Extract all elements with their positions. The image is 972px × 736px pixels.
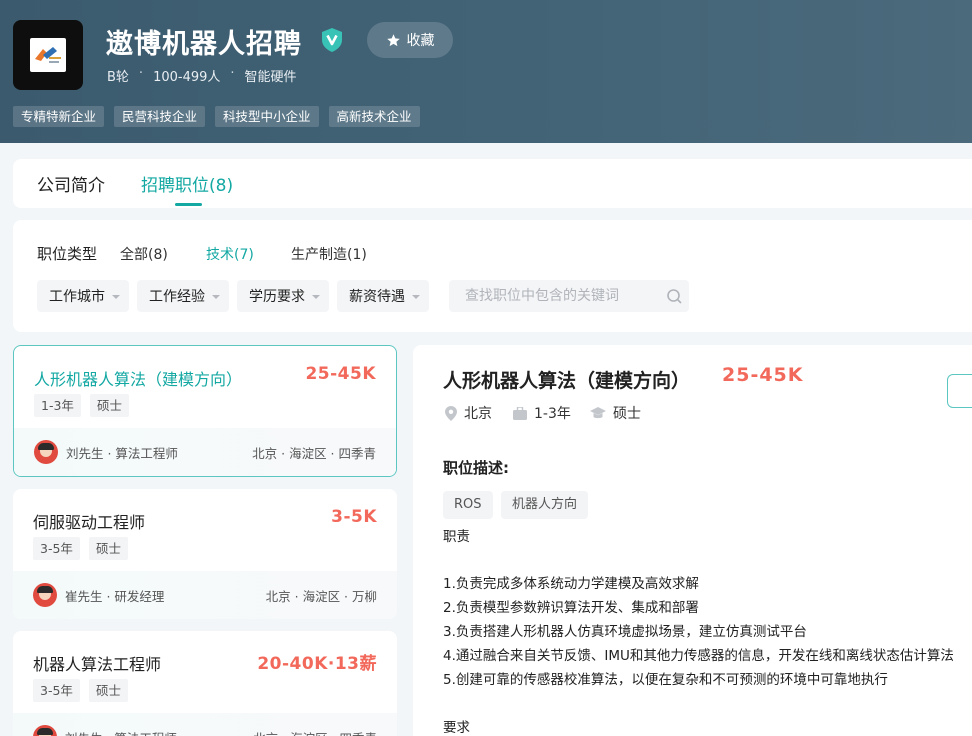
tab-job-openings[interactable]: 招聘职位(8) xyxy=(141,171,233,196)
duty-item: 4.通过融合来自关节反馈、IMU和其他力传感器的信息，开发在线和离线状态估计算法 xyxy=(443,648,954,664)
job-tag: 3-5年 xyxy=(33,537,80,560)
company-tag: 高新技术企业 xyxy=(328,106,420,127)
job-tag: 硕士 xyxy=(89,679,129,702)
job-location: 北京 · 海淀区 · 万柳 xyxy=(265,589,377,604)
funding-stage: B轮 xyxy=(107,70,129,85)
favorite-button[interactable]: 收藏 xyxy=(367,22,453,58)
detail-action-button[interactable] xyxy=(947,374,972,408)
graduation-cap-icon xyxy=(590,406,606,418)
detail-salary: 25-45K xyxy=(722,364,804,386)
job-card[interactable]: 伺服驱动工程师 3-5K 3-5年 硕士 崔先生 · 研发经理 北京 · 海淀区… xyxy=(13,489,397,619)
job-salary: 20-40K·13薪 xyxy=(257,654,377,674)
search-icon[interactable] xyxy=(666,288,684,306)
company-size: 100-499人 xyxy=(153,70,221,85)
tab-bar: 公司简介 招聘职位(8) xyxy=(13,159,972,208)
job-title: 机器人算法工程师 xyxy=(33,655,162,674)
active-tab-indicator xyxy=(175,203,202,206)
company-tag: 民营科技企业 xyxy=(114,106,206,127)
job-tag: 硕士 xyxy=(89,537,129,560)
job-type-label: 职位类型 xyxy=(37,245,98,263)
requirement-heading: 要求 xyxy=(443,720,470,736)
job-salary: 3-5K xyxy=(331,507,377,527)
keyword-tag: 机器人方向 xyxy=(501,491,589,519)
detail-experience: 1-3年 xyxy=(513,403,571,423)
job-salary: 25-45K xyxy=(305,364,376,384)
detail-city: 北京 xyxy=(445,403,492,423)
job-title: 人形机器人算法（建模方向） xyxy=(34,370,243,389)
filter-panel: 职位类型 全部(8) 技术(7) 生产制造(1) 工作城市 工作经验 学历要求 … xyxy=(13,220,972,332)
industry: 智能硬件 xyxy=(244,70,297,85)
company-logo xyxy=(13,20,83,90)
location-pin-icon xyxy=(445,405,457,421)
briefcase-icon xyxy=(513,406,527,420)
duty-item: 2.负责模型参数辨识算法开发、集成和部署 xyxy=(443,600,699,616)
recruiter-info: 崔先生 · 研发经理 xyxy=(65,589,165,604)
company-header: 遨博机器人招聘 收藏 B轮 · 100-499人 · 智能硬件 专精特新企业 民… xyxy=(0,0,972,143)
experience-dropdown[interactable]: 工作经验 xyxy=(137,280,229,312)
recruiter-avatar xyxy=(34,440,58,464)
job-card[interactable]: 机器人算法工程师 20-40K·13薪 3-5年 硕士 刘先生 · 算法工程师 … xyxy=(13,631,397,736)
company-tags: 专精特新企业 民营科技企业 科技型中小企业 高新技术企业 xyxy=(13,106,420,127)
duty-item: 1.负责完成多体系统动力学建模及高效求解 xyxy=(443,576,699,592)
recruiter-avatar xyxy=(33,725,57,736)
job-location: 北京 · 海淀区 · 四季青 xyxy=(253,728,377,736)
favorite-label: 收藏 xyxy=(406,33,435,49)
job-description-heading: 职位描述: xyxy=(443,459,509,477)
type-filter-all[interactable]: 全部(8) xyxy=(120,244,168,264)
salary-dropdown[interactable]: 薪资待遇 xyxy=(337,280,429,312)
star-icon xyxy=(386,33,400,46)
tab-company-intro[interactable]: 公司简介 xyxy=(37,171,105,196)
job-tag: 1-3年 xyxy=(34,394,81,417)
job-card[interactable]: 人形机器人算法（建模方向） 25-45K 1-3年 硕士 刘先生 · 算法工程师… xyxy=(13,345,397,477)
job-detail-panel: 人形机器人算法（建模方向） 25-45K 北京 1-3年 硕士 职位描述: RO… xyxy=(413,345,972,736)
duty-heading: 职责 xyxy=(443,529,470,545)
chevron-down-icon xyxy=(312,295,320,299)
chevron-down-icon xyxy=(112,295,120,299)
type-filter-tech[interactable]: 技术(7) xyxy=(206,244,254,264)
job-tag: 硕士 xyxy=(90,394,130,417)
duty-item: 5.创建可靠的传感器校准算法，以便在复杂和不可预测的环境中可靠地执行 xyxy=(443,672,888,688)
job-card-footer: 刘先生 · 算法工程师 北京 · 海淀区 · 四季青 xyxy=(14,428,396,476)
company-meta: B轮 · 100-499人 · 智能硬件 xyxy=(107,66,297,85)
recruiter-avatar xyxy=(33,583,57,607)
chevron-down-icon xyxy=(212,295,220,299)
company-tag: 专精特新企业 xyxy=(13,106,105,127)
keyword-search-input[interactable] xyxy=(449,280,689,312)
duty-item: 3.负责搭建人形机器人仿真环境虚拟场景，建立仿真测试平台 xyxy=(443,624,807,640)
job-title: 伺服驱动工程师 xyxy=(33,513,146,532)
detail-degree: 硕士 xyxy=(590,403,641,423)
job-card-footer: 崔先生 · 研发经理 北京 · 海淀区 · 万柳 xyxy=(13,571,397,619)
chevron-down-icon xyxy=(412,295,420,299)
job-card-footer: 刘先生 · 算法工程师 北京 · 海淀区 · 四季青 xyxy=(13,713,397,736)
keyword-tag: ROS xyxy=(443,491,493,519)
verified-badge-icon xyxy=(322,28,342,52)
education-dropdown[interactable]: 学历要求 xyxy=(237,280,329,312)
type-filter-manufacturing[interactable]: 生产制造(1) xyxy=(291,244,367,264)
job-tag: 3-5年 xyxy=(33,679,80,702)
detail-job-title: 人形机器人算法（建模方向） xyxy=(443,370,691,392)
recruiter-info: 刘先生 · 算法工程师 xyxy=(66,446,178,461)
city-dropdown[interactable]: 工作城市 xyxy=(37,280,129,312)
recruiter-info: 刘先生 · 算法工程师 xyxy=(65,728,177,736)
company-name: 遨博机器人招聘 xyxy=(106,29,302,60)
company-tag: 科技型中小企业 xyxy=(215,106,319,127)
job-location: 北京 · 海淀区 · 四季青 xyxy=(252,446,376,461)
